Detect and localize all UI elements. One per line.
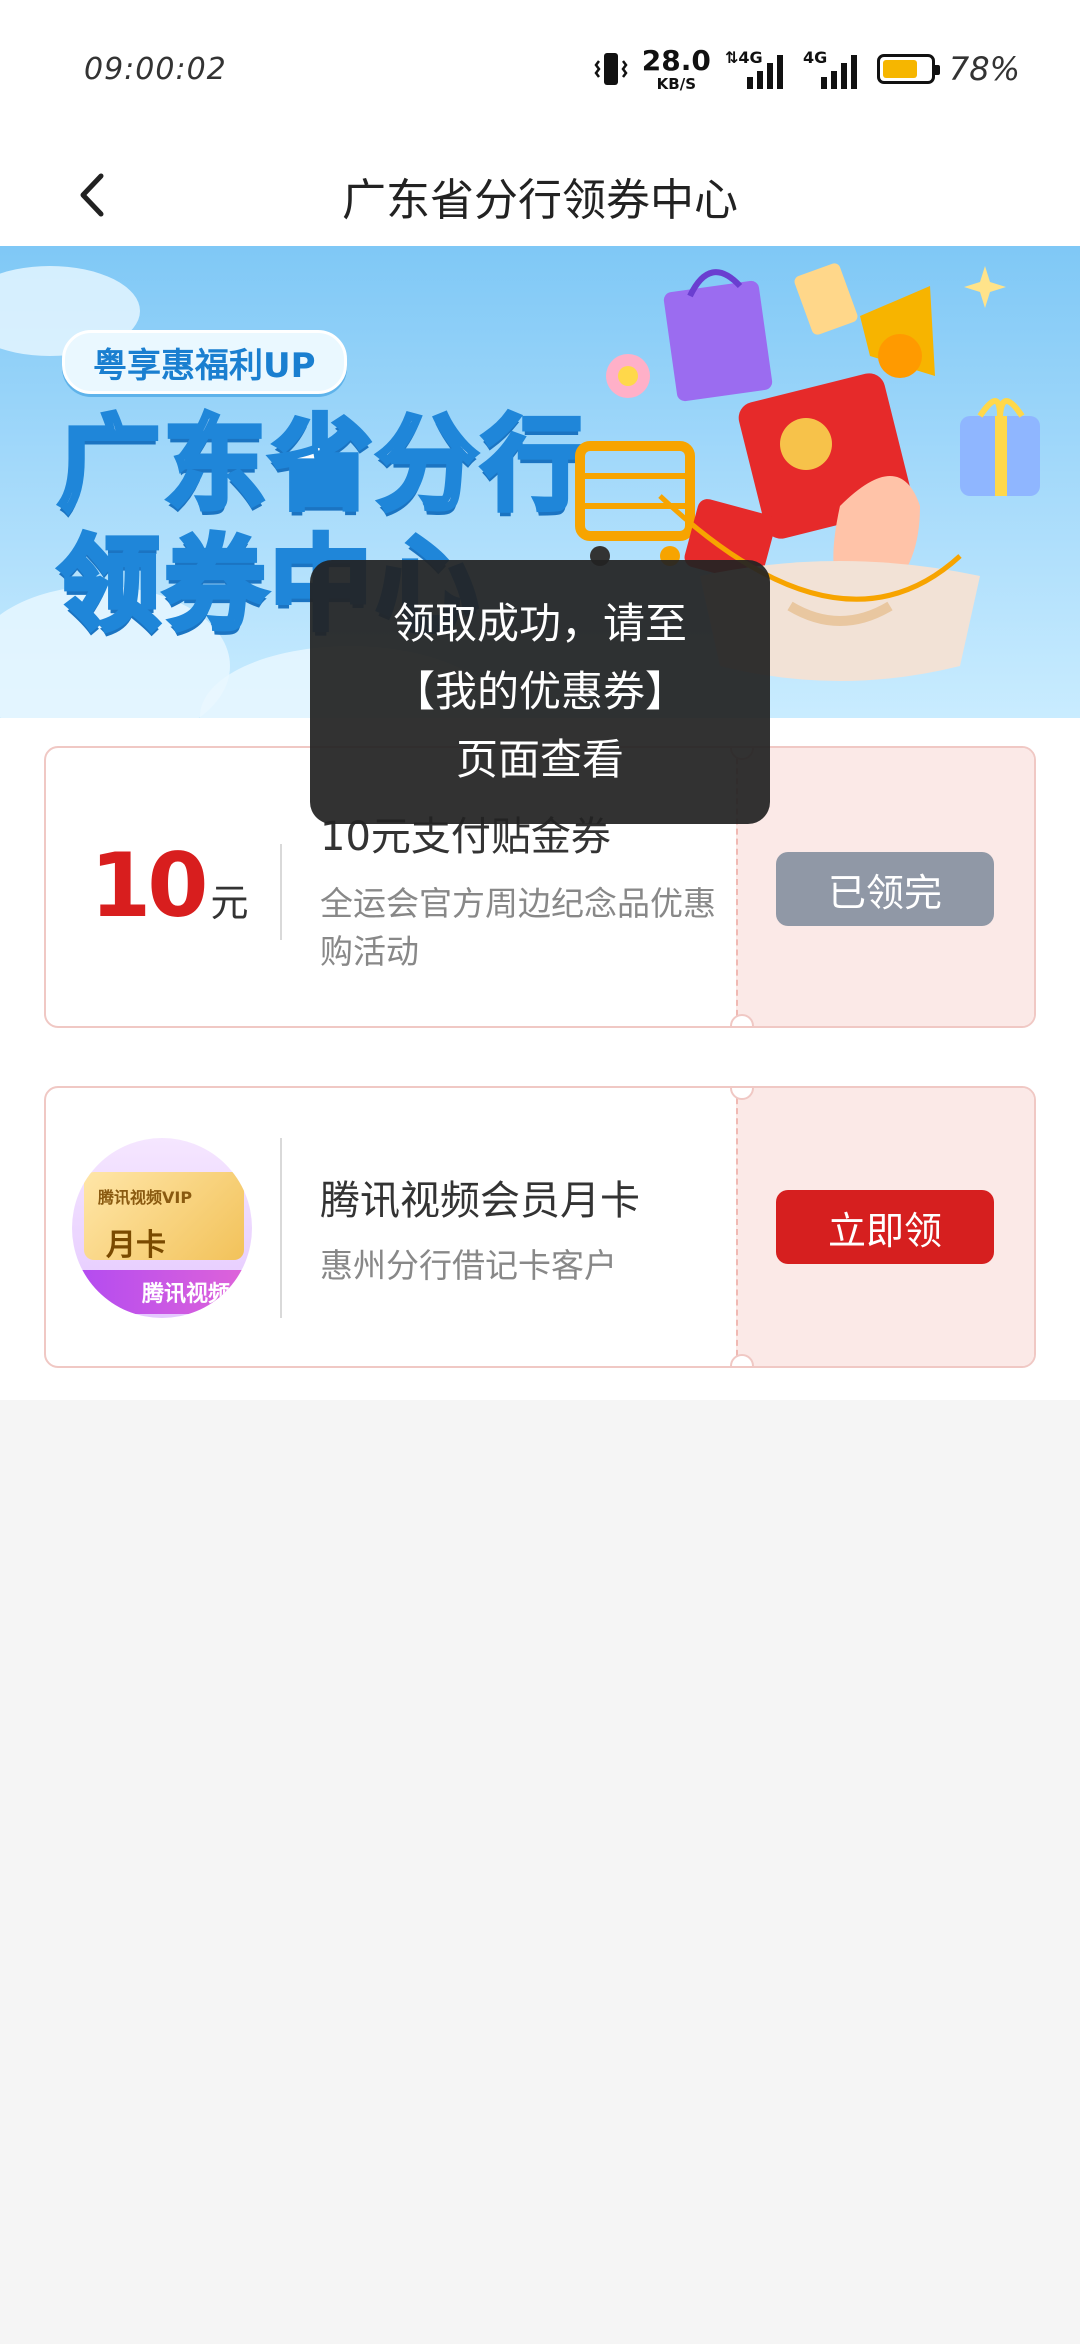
banner-badge: 粤享惠福利UP [62,330,347,394]
svg-text:4G: 4G [803,48,827,67]
vibrate-icon [594,53,628,85]
status-bar: 09:00:02 28.0 KB/S ⇅4G 4G 78% [0,0,1080,140]
claimed-out-button: 已领完 [776,852,994,926]
battery-percent: 78% [948,50,1020,88]
battery-icon [876,54,940,84]
page-title: 广东省分行领券中心 [342,175,738,226]
toast-line-1: 领取成功，请至 [392,599,687,648]
coupon-desc: 全运会官方周边纪念品优惠购活动 [320,884,716,971]
success-toast: 领取成功，请至 【我的优惠券】 页面查看 [310,560,770,824]
coupon-card-2: 腾讯视频VIP 月卡 腾讯视频 腾讯视频会员月卡 惠州分行借记卡客户 立即领 [44,1086,1036,1368]
coupon-desc: 惠州分行借记卡客户 [320,1246,617,1285]
coupon-title: 腾讯视频会员月卡 [320,1178,640,1224]
tencent-video-vip-thumbnail: 腾讯视频VIP 月卡 腾讯视频 [72,1138,252,1318]
divider [280,844,282,940]
toast-line-2: 【我的优惠券】 [392,667,687,716]
status-icons: 28.0 KB/S ⇅4G 4G 78% [594,44,1020,94]
nav-bar: 广东省分行领券中心 [0,140,1080,250]
coupon-amount: 10 元 [90,834,249,937]
toast-line-3: 页面查看 [455,735,624,784]
divider [280,1138,282,1318]
status-time: 09:00:02 [84,52,227,87]
claim-now-button[interactable]: 立即领 [776,1190,994,1264]
battery-level [882,60,918,78]
signal-icon: ⇅4G [725,48,783,89]
signal-icon-2: 4G [803,48,857,89]
svg-text:⇅4G: ⇅4G [725,48,763,67]
network-speed: 28.0 KB/S [641,43,711,93]
